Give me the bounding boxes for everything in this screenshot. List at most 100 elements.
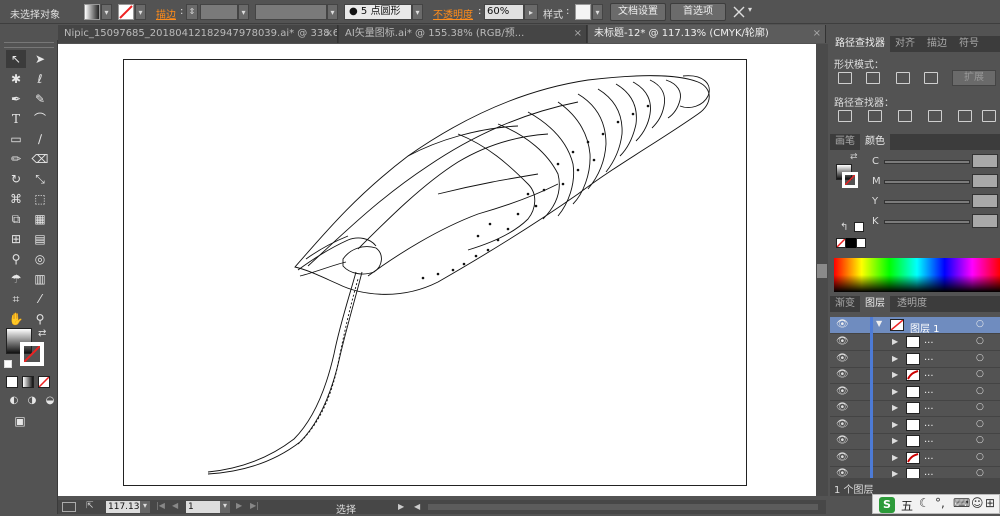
default-colors-icon[interactable] [4, 360, 12, 368]
target-circle-icon[interactable]: ○ [976, 419, 984, 429]
color-mode-button[interactable] [6, 376, 18, 388]
target-circle-icon[interactable]: ○ [976, 319, 984, 329]
doc-tab-1[interactable]: Nipic_15097685_20180412182947978039.ai* … [58, 25, 338, 43]
sublayer-name[interactable]: ... [924, 418, 934, 429]
none-mode-button[interactable] [38, 376, 50, 388]
doc-tab-3-active[interactable]: 未标题-12* @ 117.13% (CMYK/轮廓) × [588, 25, 826, 43]
merge-icon[interactable] [898, 110, 912, 122]
web-safe-swatch[interactable] [854, 222, 864, 232]
sublayer-row[interactable]: 👁 ▶... ○ [830, 334, 1000, 351]
expand-arrow-icon[interactable]: ▶ [892, 370, 898, 379]
tab-layers[interactable]: 图层 [860, 296, 890, 312]
stroke-weight-dropdown[interactable]: ▾ [238, 4, 249, 20]
screen-mode-icon[interactable]: ▣ [10, 412, 30, 430]
layer-name[interactable]: 图层 1 [910, 320, 940, 335]
page-field[interactable]: 1 [186, 501, 220, 513]
target-circle-icon[interactable]: ○ [976, 386, 984, 396]
channel-c-value[interactable] [972, 154, 998, 168]
sublayer-row[interactable]: 👁 ▶... ○ [830, 416, 1000, 434]
brush-dropdown[interactable]: ▾ [412, 4, 423, 20]
expand-arrow-icon[interactable]: ▶ [892, 354, 898, 363]
outline-icon[interactable] [958, 110, 972, 122]
trim-icon[interactable] [868, 110, 882, 122]
paintbrush-tool-icon[interactable]: ∕ [30, 130, 50, 148]
close-icon[interactable]: × [813, 25, 821, 43]
sublayer-row[interactable]: 👁 ▶... ○ [830, 433, 1000, 450]
fill-dropdown[interactable]: ▾ [101, 4, 112, 20]
tab-stroke[interactable]: 描边 [922, 36, 952, 52]
column-graph-tool-icon[interactable]: ▥ [30, 270, 50, 288]
sublayer-name[interactable]: ... [924, 434, 934, 445]
sublayer-name[interactable]: ... [924, 335, 934, 346]
sublayer-name[interactable]: ... [924, 451, 934, 462]
free-transform-tool-icon[interactable]: ⬚ [30, 190, 50, 208]
expand-arrow-icon[interactable]: ▶ [892, 469, 898, 478]
pencil-tool-icon[interactable]: ✏ [6, 150, 26, 168]
scale-tool-icon[interactable]: ⤡ [30, 170, 50, 188]
rectangle-tool-icon[interactable]: ▭ [6, 130, 26, 148]
channel-m-slider[interactable] [884, 180, 970, 184]
channel-y-value[interactable] [972, 194, 998, 208]
target-circle-icon[interactable]: ○ [976, 435, 984, 445]
warp-tool-icon[interactable]: ⌘ [6, 190, 26, 208]
blend-tool-icon[interactable]: ◎ [30, 250, 50, 268]
close-icon[interactable]: × [325, 25, 333, 43]
brush-definition-field[interactable]: ● 5 点圆形 [344, 4, 412, 20]
sublayer-row[interactable]: 👁 ▶... ○ [830, 350, 1000, 368]
target-circle-icon[interactable]: ○ [976, 353, 984, 363]
mesh-tool-icon[interactable]: ⊞ [6, 230, 26, 248]
hand-tool-icon[interactable]: ✋ [6, 310, 26, 328]
draw-behind-icon[interactable]: ◑ [22, 392, 42, 410]
zoom-field[interactable]: 117.13 [106, 501, 140, 513]
sublayer-name[interactable]: ... [924, 368, 934, 379]
symbol-sprayer-tool-icon[interactable]: ☂ [6, 270, 26, 288]
divide-icon[interactable] [838, 110, 852, 122]
vertical-scrollbar[interactable] [816, 44, 828, 496]
tab-brushes[interactable]: 画笔 [830, 134, 860, 150]
style-swatch[interactable] [575, 4, 591, 20]
stroke-swatch[interactable] [118, 4, 134, 20]
draw-inside-icon[interactable]: ◒ [40, 392, 60, 410]
scrollbar-thumb[interactable] [817, 264, 827, 278]
user-icon[interactable]: ☺ [971, 496, 984, 510]
toolbox-grip[interactable] [4, 42, 54, 48]
zoom-dropdown[interactable]: ▾ [140, 501, 150, 513]
keyboard-icon[interactable]: ⌨ [953, 496, 970, 510]
sublayer-name[interactable]: ... [924, 401, 934, 412]
eye-icon[interactable]: 👁 [836, 353, 849, 364]
scroll-left-icon[interactable]: ◀ [414, 502, 420, 511]
artboard-nav-icon[interactable] [62, 502, 76, 512]
grid-icon[interactable]: ⊞ [985, 496, 995, 510]
doc-tab-2[interactable]: AI矢量图标.ai* @ 155.38% (RGB/预... × [339, 25, 587, 43]
tab-align[interactable]: 对齐 [890, 36, 920, 52]
out-of-gamut-icon[interactable]: ↰ [840, 222, 848, 233]
channel-c-slider[interactable] [884, 160, 970, 164]
sublayer-row[interactable]: 👁 ▶... ○ [830, 400, 1000, 417]
tab-pathfinder[interactable]: 路径查找器 [830, 36, 890, 52]
eye-icon[interactable]: 👁 [836, 435, 849, 446]
punctuation-icon[interactable]: °, [935, 496, 945, 510]
opacity-label[interactable]: 不透明度 [433, 6, 473, 21]
selection-tool-icon[interactable]: ↖ [6, 50, 26, 68]
eraser-tool-icon[interactable]: ⌫ [30, 150, 50, 168]
magic-wand-tool-icon[interactable]: ✱ [6, 70, 26, 88]
direct-selection-tool-icon[interactable]: ➤ [30, 50, 50, 68]
eye-icon[interactable]: 👁 [836, 402, 849, 413]
crop-icon[interactable] [928, 110, 942, 122]
target-circle-icon[interactable]: ○ [976, 336, 984, 346]
tab-transparency[interactable]: 透明度 [892, 296, 932, 312]
unite-icon[interactable] [838, 72, 852, 84]
swap-colors-icon[interactable]: ⇄ [850, 152, 858, 162]
first-page-icon[interactable]: |◀ [156, 501, 165, 510]
shape-builder-tool-icon[interactable]: ⧉ [6, 210, 26, 228]
ime-logo[interactable]: S [879, 497, 895, 513]
color-spectrum[interactable] [834, 258, 1000, 292]
expand-arrow-icon[interactable]: ▶ [892, 436, 898, 445]
layer-row-top[interactable]: 👁 ▼ 图层 1 ○ [830, 317, 1000, 335]
expand-button[interactable]: 扩展 [952, 70, 996, 86]
stroke-stepper[interactable]: ⇕ [186, 4, 198, 20]
tab-symbols[interactable]: 符号 [954, 36, 984, 52]
target-circle-icon[interactable]: ○ [976, 369, 984, 379]
canvas-area[interactable] [58, 44, 826, 496]
stroke-label[interactable]: 描边 [156, 6, 176, 21]
